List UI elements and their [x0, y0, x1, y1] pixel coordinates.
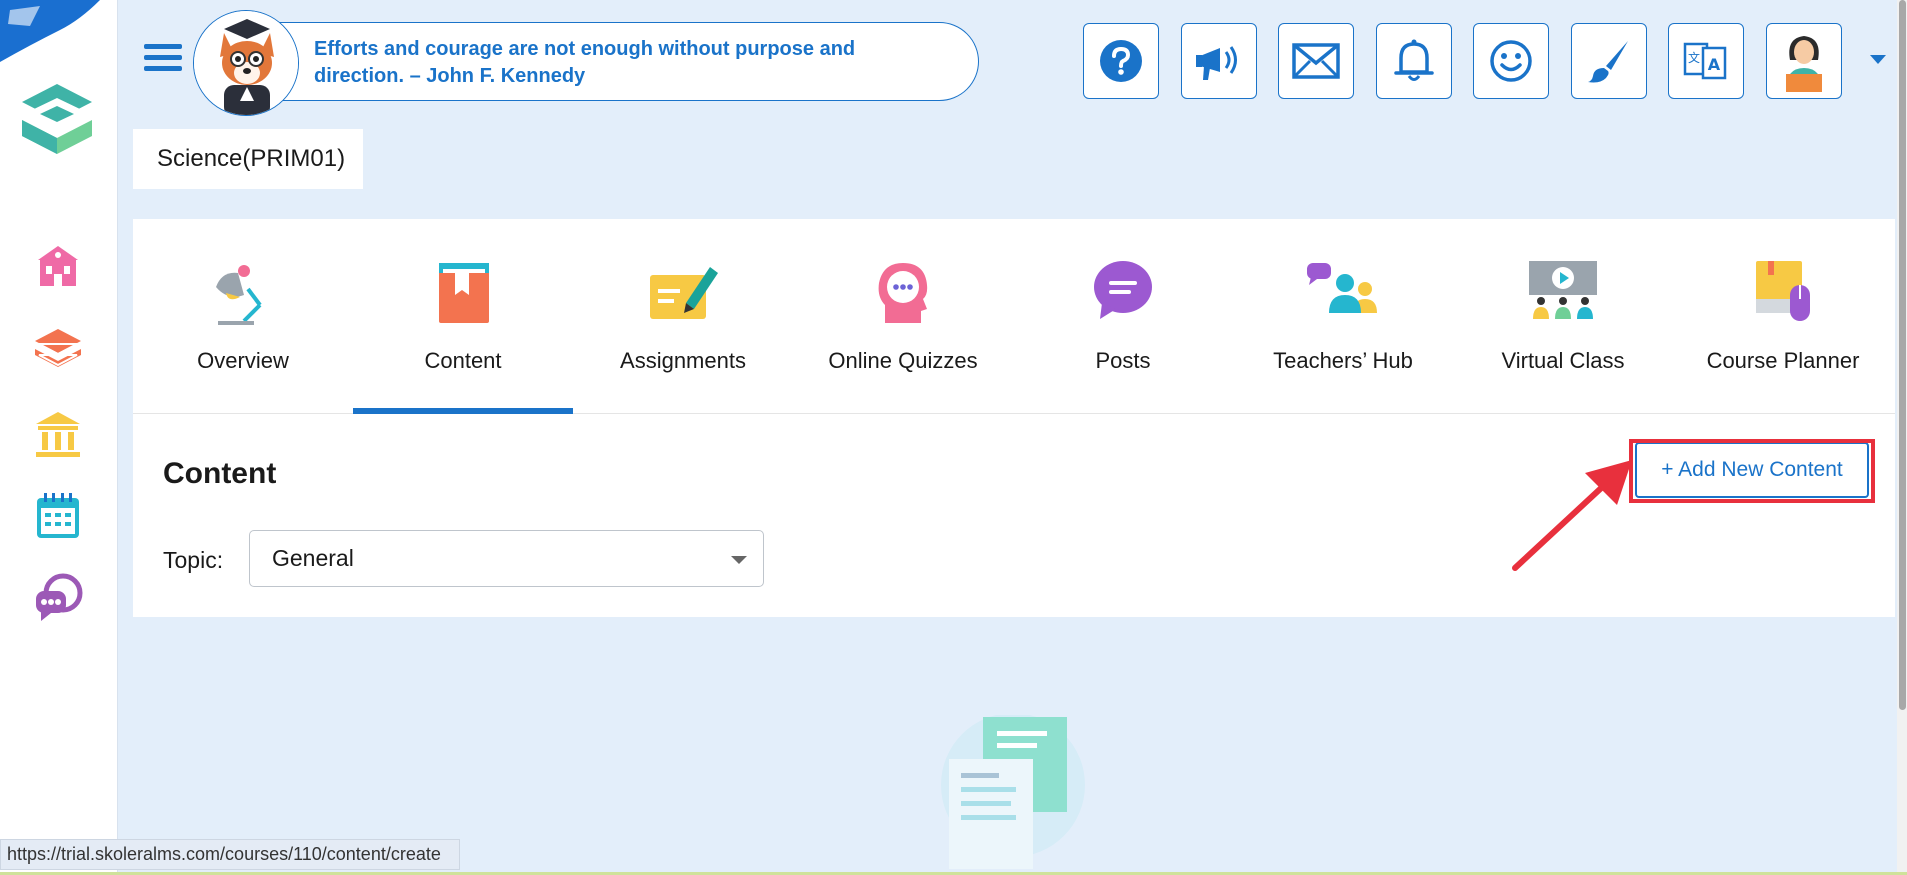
tab-label: Overview — [197, 348, 289, 373]
tab-label: Assignments — [620, 348, 746, 373]
sidebar-item-school[interactable] — [30, 238, 86, 294]
video-class-icon — [1529, 261, 1597, 319]
sidebar-item-chat-support[interactable] — [30, 570, 86, 626]
status-bar-url: https://trial.skoleralms.com/courses/110… — [0, 839, 460, 870]
tab-label: Online Quizzes — [828, 348, 978, 373]
section-title: Content — [163, 457, 277, 490]
tab-label: Course Planner — [1706, 348, 1860, 373]
skolera-logo-icon[interactable] — [12, 76, 102, 166]
chevron-down-icon — [731, 556, 747, 564]
topic-label: Topic: — [163, 547, 224, 573]
tab-label: Posts — [1095, 348, 1151, 373]
institution-icon — [36, 412, 80, 457]
course-tabs: Overview Content Assignments Online Quiz… — [133, 219, 1895, 414]
tab-online-quizzes[interactable]: Online Quizzes — [793, 219, 1013, 414]
svg-text:文: 文 — [1688, 50, 1700, 65]
empty-content-illustration — [941, 715, 1085, 869]
bell-icon — [1394, 39, 1434, 81]
course-card: Overview Content Assignments Online Quiz… — [133, 219, 1895, 617]
pen-paper-icon — [650, 267, 718, 319]
topic-select[interactable]: General — [249, 530, 764, 587]
quiz-head-icon — [878, 263, 928, 323]
speech-bubble-icon — [1094, 261, 1152, 319]
course-title: Science(PRIM01) — [133, 129, 363, 189]
teachers-group-icon — [1307, 263, 1377, 313]
megaphone-icon — [1196, 46, 1237, 80]
feedback-button[interactable] — [1473, 23, 1549, 99]
tab-assignments[interactable]: Assignments — [573, 219, 793, 414]
help-button[interactable] — [1083, 23, 1159, 99]
language-button[interactable]: A 文 — [1668, 23, 1744, 99]
tab-virtual-class[interactable]: Virtual Class — [1453, 219, 1673, 414]
app-screen: Efforts and courage are not enough witho… — [0, 0, 1907, 875]
desk-lamp-icon — [216, 265, 262, 325]
fox-mascot-avatar — [193, 10, 299, 116]
topic-selected-value: General — [272, 545, 354, 571]
messages-button[interactable] — [1278, 23, 1354, 99]
tab-posts[interactable]: Posts — [1013, 219, 1233, 414]
user-avatar-icon — [1786, 36, 1822, 92]
brush-icon — [1588, 41, 1628, 83]
calendar-icon — [37, 493, 79, 538]
tab-label: Teachers’ Hub — [1273, 348, 1413, 373]
profile-dropdown-caret-icon[interactable] — [1870, 55, 1886, 64]
motivational-quote: Efforts and courage are not enough witho… — [314, 38, 856, 87]
tab-overview[interactable]: Overview — [133, 219, 353, 414]
books-icon — [35, 329, 81, 367]
tab-teachers-hub[interactable]: Teachers’ Hub — [1233, 219, 1453, 414]
hamburger-menu-icon[interactable] — [144, 44, 182, 76]
sidebar-item-institution[interactable] — [30, 406, 86, 462]
sidebar-item-books[interactable] — [30, 322, 86, 378]
translate-icon: A 文 — [1683, 42, 1727, 80]
left-sidebar — [0, 0, 118, 875]
chat-support-icon — [36, 573, 83, 621]
tab-label: Content — [424, 348, 502, 373]
planner-icon — [1756, 261, 1810, 321]
active-tab-indicator — [353, 408, 573, 414]
book-icon — [439, 263, 489, 323]
user-profile-button[interactable] — [1766, 23, 1842, 99]
tab-label: Virtual Class — [1501, 348, 1625, 373]
announcements-button[interactable] — [1181, 23, 1257, 99]
school-icon — [38, 246, 78, 286]
theme-button[interactable] — [1571, 23, 1647, 99]
help-icon — [1100, 40, 1142, 82]
sidebar-item-calendar[interactable] — [30, 488, 86, 544]
tab-content[interactable]: Content — [353, 219, 573, 414]
scrollbar-thumb[interactable] — [1899, 0, 1906, 710]
smiley-icon — [1490, 40, 1532, 82]
mail-icon — [1292, 43, 1340, 79]
notifications-button[interactable] — [1376, 23, 1452, 99]
corner-logo-icon — [0, 0, 100, 62]
tab-course-planner[interactable]: Course Planner — [1673, 219, 1893, 414]
vertical-scrollbar[interactable] — [1897, 0, 1907, 875]
svg-text:A: A — [1708, 55, 1721, 74]
highlight-box — [1629, 439, 1875, 503]
